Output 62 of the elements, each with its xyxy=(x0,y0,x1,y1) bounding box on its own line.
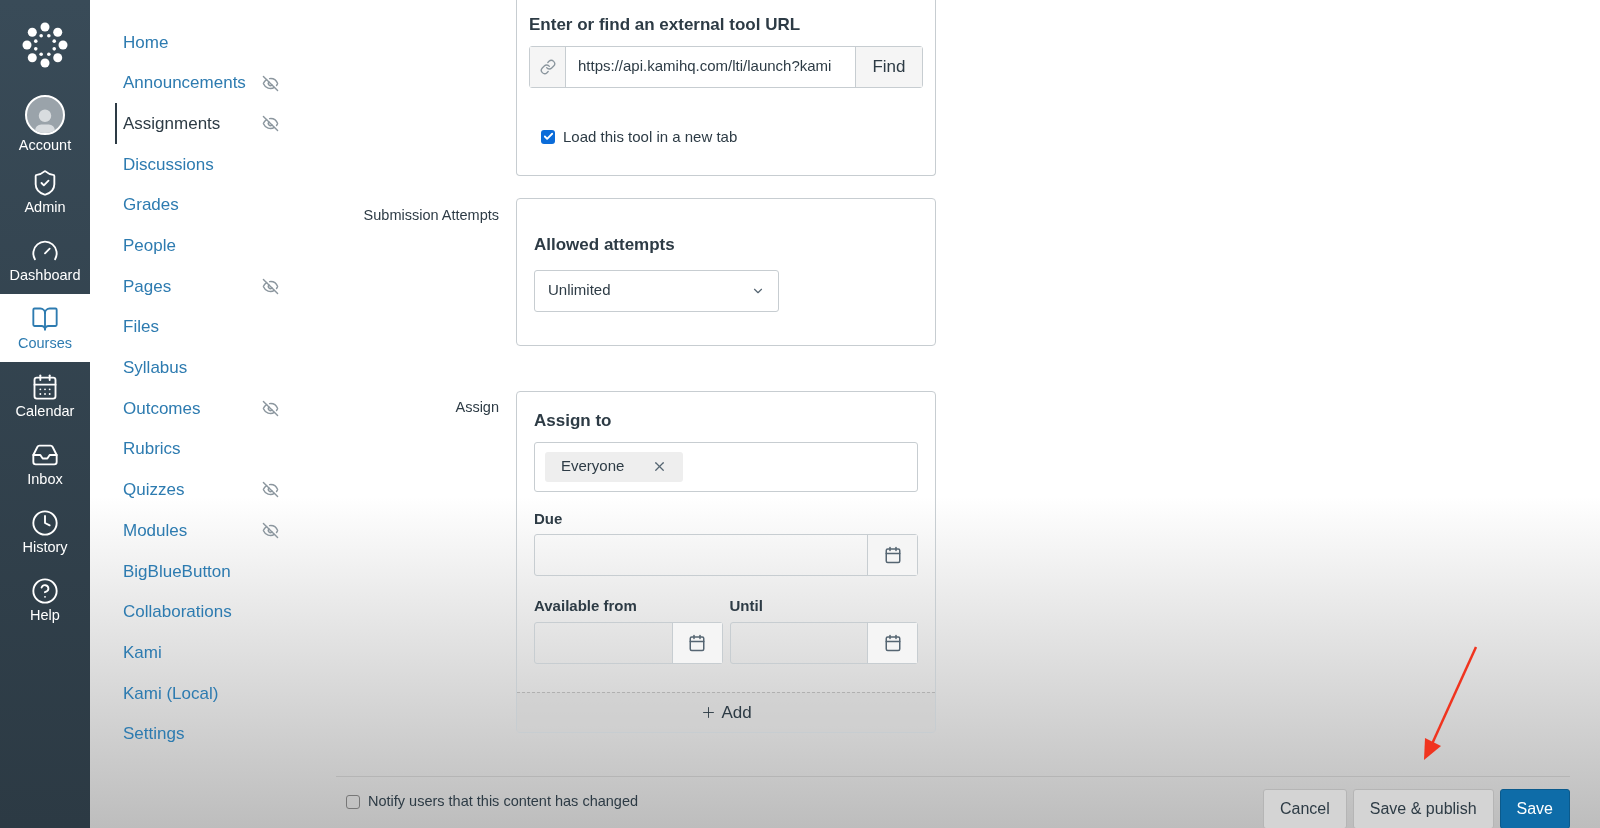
course-nav-link[interactable]: Kami (Local) xyxy=(123,680,219,707)
checkbox-label: Load this tool in a new tab xyxy=(563,126,738,147)
find-button[interactable]: Find xyxy=(855,46,922,87)
course-nav-link[interactable]: Files xyxy=(123,314,159,340)
url-field[interactable]: https://api.kamihq.com/lti/launch?kami Find xyxy=(529,45,923,88)
clock-icon xyxy=(31,509,59,538)
checkbox[interactable] xyxy=(346,794,360,809)
footer-button[interactable]: Save xyxy=(1499,789,1570,828)
section-heading: Enter or find an external tool URL xyxy=(529,14,802,36)
field-label: Assign xyxy=(454,398,499,417)
course-nav-link[interactable]: Collaborations xyxy=(123,599,232,625)
footer-button[interactable]: Save & publish xyxy=(1352,789,1494,828)
assignee-tag[interactable]: Everyone xyxy=(545,451,684,482)
calendar-icon xyxy=(883,633,902,652)
course-nav-link[interactable]: Quizzes xyxy=(123,477,185,503)
global-nav-item[interactable]: History xyxy=(0,498,90,566)
global-nav-item[interactable]: Dashboard xyxy=(0,226,90,294)
calendar-icon xyxy=(883,546,902,564)
global-nav-item[interactable]: Admin xyxy=(0,158,90,226)
field-label: Due xyxy=(534,508,564,529)
calendar-button[interactable] xyxy=(867,622,917,663)
section-heading: Allowed attempts xyxy=(534,234,676,256)
course-nav-link[interactable]: Discussions xyxy=(123,151,214,178)
global-nav-item[interactable]: Inbox xyxy=(0,430,90,498)
course-nav-link[interactable]: Pages xyxy=(123,273,172,300)
due-date-field[interactable] xyxy=(534,534,918,576)
course-nav-link[interactable]: Modules xyxy=(123,517,188,544)
course-nav-link[interactable]: Grades xyxy=(123,192,179,218)
add-button[interactable]: Add xyxy=(517,692,935,732)
course-nav-link[interactable]: Syllabus xyxy=(123,355,188,381)
course-nav-link[interactable]: Announcements xyxy=(123,70,246,96)
attempts-select[interactable]: Unlimited xyxy=(534,269,779,312)
course-nav-link[interactable]: Assignments xyxy=(115,102,221,145)
checkbox[interactable] xyxy=(541,129,555,144)
course-nav-link[interactable]: Kami xyxy=(123,639,162,666)
course-nav-link[interactable]: People xyxy=(123,233,176,259)
logo-icon[interactable] xyxy=(21,21,69,69)
date-field[interactable] xyxy=(729,621,918,664)
global-nav-item[interactable]: Account xyxy=(0,90,90,158)
field-label: Until xyxy=(729,596,764,616)
date-field[interactable] xyxy=(534,621,723,664)
footer-button[interactable]: Cancel xyxy=(1263,789,1347,828)
global-nav-item[interactable]: Calendar xyxy=(0,362,90,430)
calendar-button[interactable] xyxy=(671,622,722,663)
course-nav-link[interactable]: Outcomes xyxy=(123,395,201,422)
course-nav-link[interactable]: Home xyxy=(123,29,169,56)
field-label: Available from xyxy=(534,596,638,616)
field-label: Submission Attempts xyxy=(362,206,499,225)
calendar-icon xyxy=(688,633,706,652)
global-nav-item[interactable]: Help xyxy=(0,566,90,634)
course-nav-link[interactable]: Rubrics xyxy=(123,436,181,462)
checkbox-label: Notify users that this content has changed xyxy=(368,792,639,811)
assign-to-field[interactable]: Everyone xyxy=(534,441,918,492)
link-icon xyxy=(539,58,556,75)
calendar-button[interactable] xyxy=(867,535,917,575)
course-nav-link[interactable]: Settings xyxy=(123,721,185,747)
section-heading: Assign to xyxy=(534,410,613,432)
course-nav-link[interactable]: BigBlueButton xyxy=(123,558,231,585)
calendar-icon xyxy=(31,373,59,402)
global-nav-item[interactable]: Courses xyxy=(0,294,90,362)
avatar-icon xyxy=(25,95,65,136)
help-icon xyxy=(31,577,59,606)
